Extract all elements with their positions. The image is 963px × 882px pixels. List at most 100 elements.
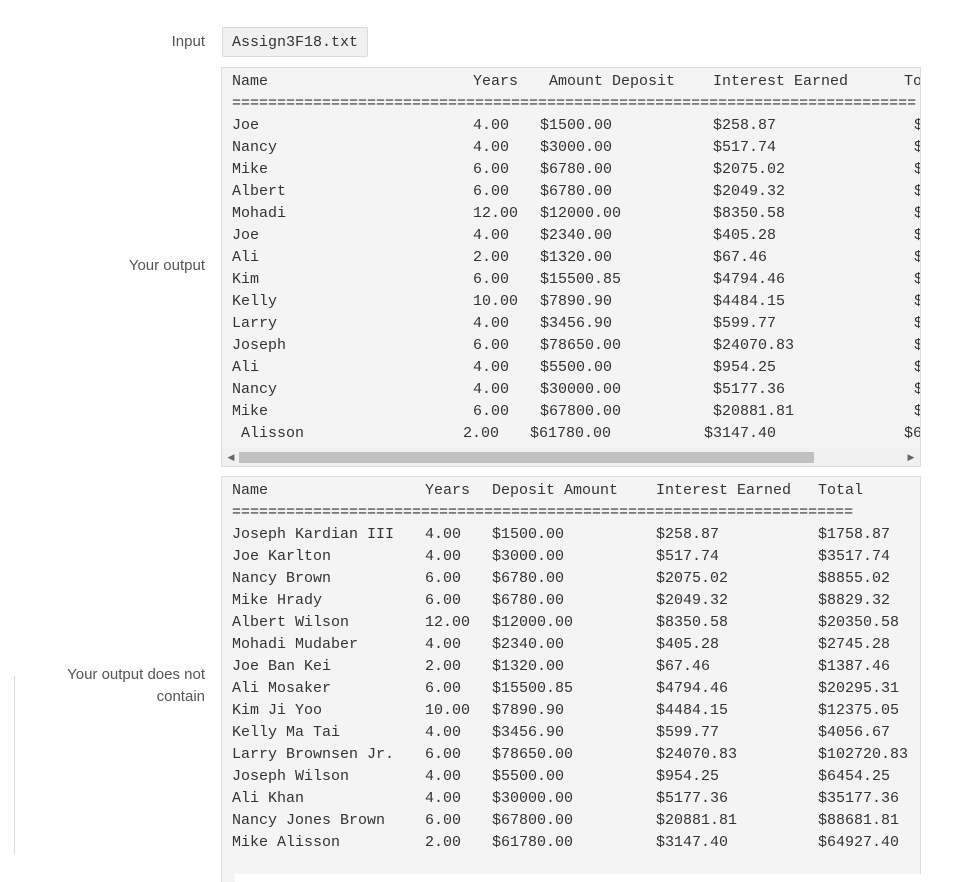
table-row: Mike Alisson 2.00 $61780.00 $3147.40 $64927.… [222, 832, 920, 854]
cell-years: 10.00 [473, 293, 519, 310]
your-output-header-row: Name Years Amount Deposit Interest Earne… [222, 71, 920, 93]
cell-total: $64927.40 [818, 834, 900, 851]
cell-interest: $24070.83 [656, 746, 738, 763]
cell-years: 2.00 [463, 425, 500, 442]
cell-interest: $2075.02 [656, 570, 729, 587]
not-contain-label: Your output does not contain [25, 664, 205, 708]
cell-deposit: $61780.00 [492, 834, 574, 851]
cell-interest: $599.77 [713, 315, 777, 332]
cell-years: 2.00 [473, 249, 510, 266]
cell-interest: $405.28 [656, 636, 720, 653]
cell-name: Ali [232, 249, 260, 266]
cell-interest: $8350.58 [713, 205, 786, 222]
header-name: Name [232, 73, 269, 90]
cell-years: 12.00 [473, 205, 519, 222]
cell-name: Larry [232, 315, 278, 332]
cell-deposit: $1320.00 [492, 658, 565, 675]
cell-total: $ [914, 401, 920, 423]
cell-years: 6.00 [425, 746, 462, 763]
panel-torn-edge [235, 874, 921, 882]
cell-interest: $4484.15 [713, 293, 786, 310]
cell-years: 4.00 [473, 117, 510, 134]
cell-deposit: $3456.90 [540, 315, 613, 332]
cell-name: Nancy Brown [232, 570, 332, 587]
cell-total: $8829.32 [818, 592, 891, 609]
cell-deposit: $67800.00 [492, 812, 574, 829]
cell-total: $ [914, 269, 920, 291]
cell-interest: $67.46 [713, 249, 768, 266]
horizontal-scrollbar[interactable]: ◀ ▶ [222, 448, 920, 466]
cell-years: 12.00 [425, 614, 471, 631]
cell-name: Albert Wilson [232, 614, 350, 631]
cell-interest: $517.74 [656, 548, 720, 565]
header-deposit-amount: Deposit Amount [492, 482, 619, 499]
table-row: Kelly Ma Tai 4.00 $3456.90 $599.77 $4056.67 [222, 722, 920, 744]
scrollbar-thumb[interactable] [239, 452, 814, 463]
cell-years: 2.00 [425, 834, 462, 851]
cell-years: 4.00 [425, 636, 462, 653]
header-years: Years [473, 73, 519, 90]
table-row: Kim 6.00 $15500.85 $4794.46 $ [222, 269, 920, 291]
cell-deposit: $7890.90 [540, 293, 613, 310]
expected-output-panel[interactable]: Name Years Deposit Amount Interest Earne… [221, 476, 921, 882]
cell-total: $88681.81 [818, 812, 900, 829]
cell-years: 6.00 [473, 403, 510, 420]
cell-interest: $20881.81 [713, 403, 795, 420]
cell-interest: $954.25 [713, 359, 777, 376]
cell-total: $ [914, 291, 920, 313]
cell-deposit: $3000.00 [540, 139, 613, 156]
cell-name: Kim [232, 271, 260, 288]
cell-name: Mike Hrady [232, 592, 323, 609]
cell-interest: $954.25 [656, 768, 720, 785]
cell-interest: $517.74 [713, 139, 777, 156]
cell-years: 4.00 [425, 526, 462, 543]
cell-deposit: $2340.00 [492, 636, 565, 653]
table-row: Joe 4.00 $2340.00 $405.28 $ [222, 225, 920, 247]
cell-name: Kim Ji Yoo [232, 702, 323, 719]
cell-name: Joe Ban Kei [232, 658, 332, 675]
cell-interest: $20881.81 [656, 812, 738, 829]
cell-total: $6 [904, 425, 921, 442]
table-row: Nancy Brown 6.00 $6780.00 $2075.02 $8855.02 [222, 568, 920, 590]
cell-years: 6.00 [473, 183, 510, 200]
table-row: Albert 6.00 $6780.00 $2049.32 $ [222, 181, 920, 203]
table-row: Nancy 4.00 $3000.00 $517.74 $ [222, 137, 920, 159]
table-row: Nancy Jones Brown 6.00 $67800.00 $20881.81 $… [222, 810, 920, 832]
cell-name: Nancy [232, 381, 278, 398]
cell-name: Joseph Kardian III [232, 526, 395, 543]
cell-name: Mike [232, 403, 269, 420]
your-output-panel[interactable]: Name Years Amount Deposit Interest Earne… [221, 67, 921, 467]
table-row: Alisson 2.00 $61780.00 $3147.40 $6 [222, 423, 921, 445]
cell-years: 10.00 [425, 702, 471, 719]
cell-name: Joseph [232, 337, 287, 354]
cell-interest: $2049.32 [713, 183, 786, 200]
cell-interest: $258.87 [656, 526, 720, 543]
table-row: Ali Khan 4.00 $30000.00 $5177.36 $35177.36 [222, 788, 920, 810]
cell-interest: $4484.15 [656, 702, 729, 719]
cell-total: $20295.31 [818, 680, 900, 697]
cell-total: $ [914, 313, 920, 335]
cell-years: 6.00 [425, 570, 462, 587]
not-contain-label-line1: Your output does not [67, 666, 205, 683]
cell-deposit: $5500.00 [540, 359, 613, 376]
cell-total: $20350.58 [818, 614, 900, 631]
your-output-separator: ========================================… [232, 95, 917, 112]
table-row: Joseph 6.00 $78650.00 $24070.83 $ [222, 335, 920, 357]
cell-deposit: $7890.90 [492, 702, 565, 719]
cell-interest: $258.87 [713, 117, 777, 134]
cell-interest: $5177.36 [656, 790, 729, 807]
cell-total: $3517.74 [818, 548, 891, 565]
cell-deposit: $67800.00 [540, 403, 622, 420]
cell-years: 4.00 [473, 381, 510, 398]
caret-left-icon[interactable]: ◀ [225, 451, 237, 463]
caret-right-icon[interactable]: ▶ [905, 451, 917, 463]
expected-output-separator: ========================================… [232, 504, 854, 521]
cell-interest: $4794.46 [656, 680, 729, 697]
cell-interest: $2049.32 [656, 592, 729, 609]
cell-name: Mohadi Mudaber [232, 636, 359, 653]
header-interest-earned: Interest Earned [713, 73, 849, 90]
cell-deposit: $12000.00 [492, 614, 574, 631]
cell-interest: $24070.83 [713, 337, 795, 354]
cell-years: 4.00 [425, 724, 462, 741]
cell-name: Mike [232, 161, 269, 178]
